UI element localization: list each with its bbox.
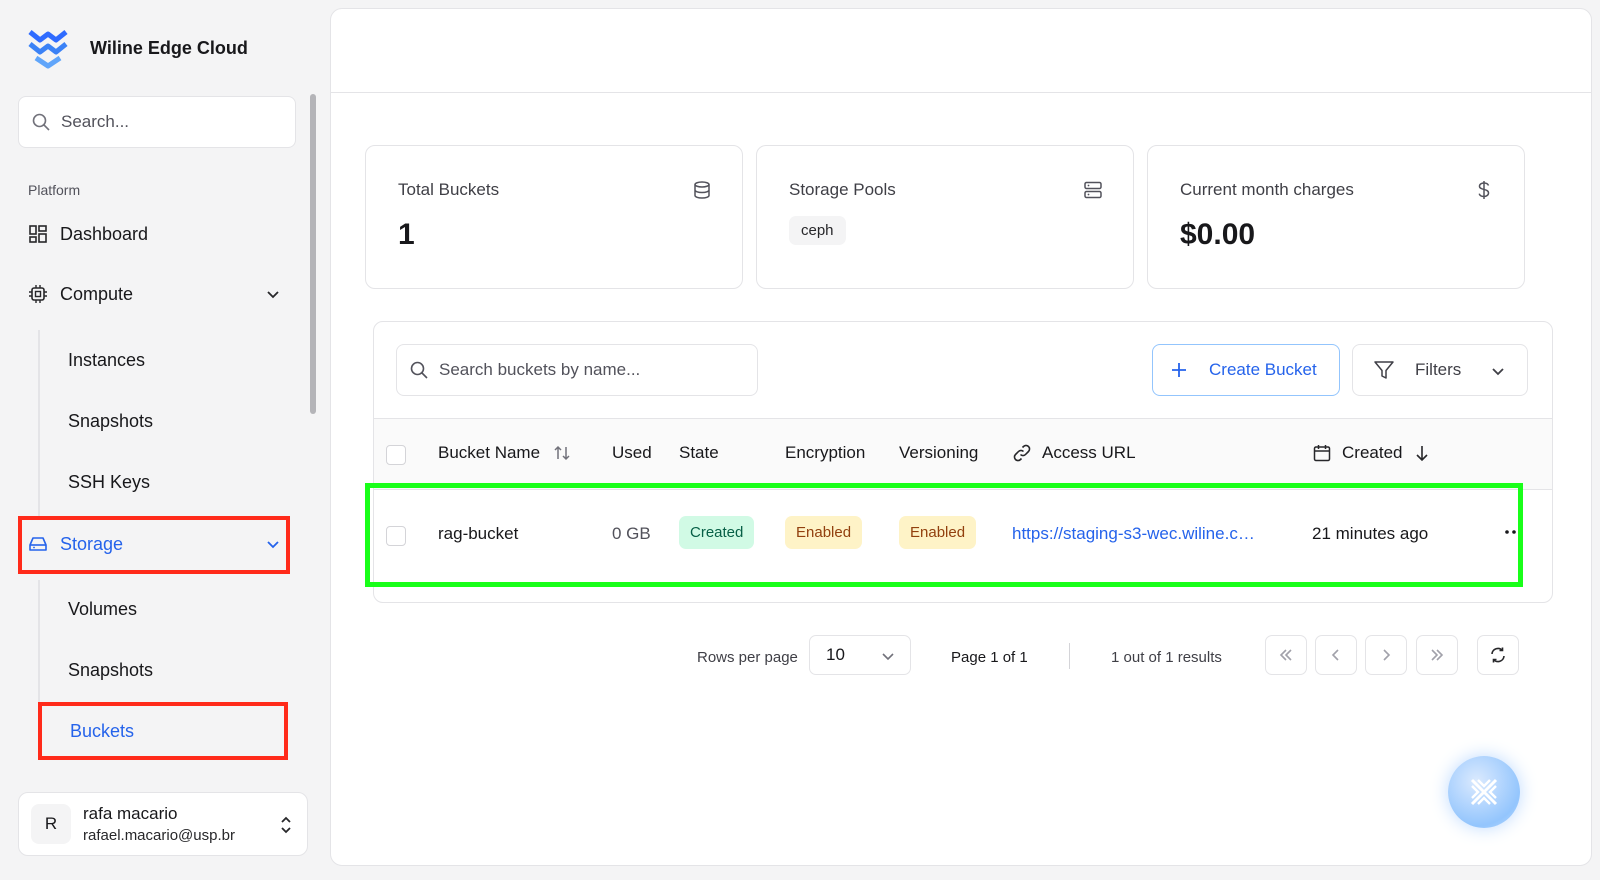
sidebar-item-compute-snapshots[interactable]: Snapshots [68, 399, 288, 443]
cpu-icon [29, 285, 47, 303]
sidebar: Wiline Edge Cloud Platform Dashboard Com… [0, 0, 320, 880]
refresh-button[interactable] [1477, 635, 1519, 675]
results-count: 1 out of 1 results [1111, 649, 1222, 666]
plus-icon [1172, 363, 1186, 377]
first-page-button[interactable] [1265, 635, 1307, 675]
wiline-logo-icon [28, 30, 68, 69]
bucket-search-input[interactable] [439, 360, 749, 380]
col-state: State [679, 443, 719, 462]
stat-total-buckets: Total Buckets 1 [365, 145, 743, 289]
server-icon [1084, 181, 1102, 199]
highlight-buckets [38, 702, 288, 760]
col-label: Bucket Name [438, 443, 541, 462]
col-access-url: Access URL [1012, 443, 1136, 463]
table-header: Bucket Name Used State Encryption Versio… [374, 418, 1552, 490]
filters-button[interactable]: Filters [1352, 344, 1528, 396]
assistant-icon [1470, 778, 1498, 806]
chevrons-left-icon [1279, 649, 1292, 661]
rows-per-page-label: Rows per page [697, 649, 798, 666]
create-bucket-button[interactable]: Create Bucket [1152, 344, 1340, 396]
main-header [331, 9, 1591, 93]
last-page-button[interactable] [1416, 635, 1458, 675]
arrow-down-icon [1416, 446, 1429, 462]
col-versioning: Versioning [899, 443, 979, 462]
user-name: rafa macario [83, 804, 178, 823]
chevron-down-icon [1492, 368, 1504, 376]
prev-page-button[interactable] [1315, 635, 1357, 675]
create-bucket-label: Create Bucket [1209, 360, 1317, 379]
select-all-checkbox[interactable] [386, 445, 406, 465]
filters-label: Filters [1415, 360, 1462, 379]
highlight-bucket-row [365, 483, 1523, 587]
brand-name: Wiline Edge Cloud [90, 37, 248, 58]
col-label: Created [1342, 443, 1403, 462]
user-menu[interactable]: R rafa macario rafael.macario@usp.br [18, 792, 308, 856]
dollar-icon [1478, 181, 1490, 199]
calendar-icon [1313, 445, 1331, 462]
chevron-left-icon [1331, 649, 1339, 661]
stat-storage-pools: Storage Pools ceph [756, 145, 1134, 289]
sidebar-search[interactable] [18, 96, 296, 148]
sidebar-item-instances[interactable]: Instances [68, 338, 288, 382]
rows-per-page-select[interactable]: 10 [809, 635, 911, 675]
col-label: Access URL [1042, 443, 1136, 462]
col-bucket-name[interactable]: Bucket Name [438, 443, 572, 463]
chevrons-up-down-icon [281, 816, 291, 834]
col-encryption: Encryption [785, 443, 866, 462]
stat-title: Total Buckets [398, 180, 500, 199]
sidebar-item-volumes[interactable]: Volumes [68, 587, 288, 631]
user-email: rafael.macario@usp.br [83, 827, 235, 844]
sidebar-item-storage-snapshots[interactable]: Snapshots [68, 648, 288, 692]
main-content: Total Buckets 1 Storage Pools ceph Curre… [330, 8, 1592, 866]
chevron-down-icon [267, 291, 279, 299]
brand[interactable]: Wiline Edge Cloud [26, 26, 248, 70]
next-page-button[interactable] [1365, 635, 1407, 675]
chevrons-right-icon [1431, 649, 1444, 661]
col-created[interactable]: Created [1312, 443, 1432, 463]
sidebar-item-ssh-keys[interactable]: SSH Keys [68, 460, 288, 504]
stat-title: Current month charges [1180, 180, 1354, 199]
storage-pool-chip: ceph [789, 216, 846, 245]
chevron-down-icon [882, 653, 894, 661]
stat-value: $0.00 [1180, 218, 1256, 251]
section-label: Platform [28, 182, 81, 198]
user-info: rafa macario rafael.macario@usp.br [83, 804, 235, 844]
avatar: R [31, 804, 71, 844]
search-icon [32, 113, 50, 131]
highlight-storage [18, 516, 290, 574]
sidebar-item-dashboard[interactable]: Dashboard [18, 210, 296, 258]
database-icon [694, 181, 710, 199]
filter-icon [1374, 361, 1394, 379]
sidebar-search-input[interactable] [61, 112, 281, 132]
assistant-fab[interactable] [1448, 756, 1520, 828]
page-indicator: Page 1 of 1 [951, 649, 1028, 666]
sidebar-scrollbar[interactable] [310, 94, 316, 414]
sidebar-item-label: Dashboard [60, 223, 149, 244]
dashboard-icon [29, 225, 47, 243]
link-icon [1013, 444, 1031, 462]
sidebar-item-label: Compute [60, 283, 134, 304]
pagination-divider [1069, 643, 1070, 669]
refresh-icon [1491, 647, 1505, 663]
sort-icon [554, 445, 570, 461]
col-used: Used [612, 443, 652, 462]
chevron-right-icon [1383, 649, 1391, 661]
stat-value: 1 [398, 218, 415, 251]
compute-subtree-line [38, 330, 40, 516]
stat-current-charges: Current month charges $0.00 [1147, 145, 1525, 289]
sidebar-item-compute[interactable]: Compute [18, 270, 296, 318]
bucket-search[interactable] [396, 344, 758, 396]
stat-title: Storage Pools [789, 180, 896, 199]
search-icon [410, 361, 428, 379]
rows-per-page-value: 10 [826, 645, 845, 664]
